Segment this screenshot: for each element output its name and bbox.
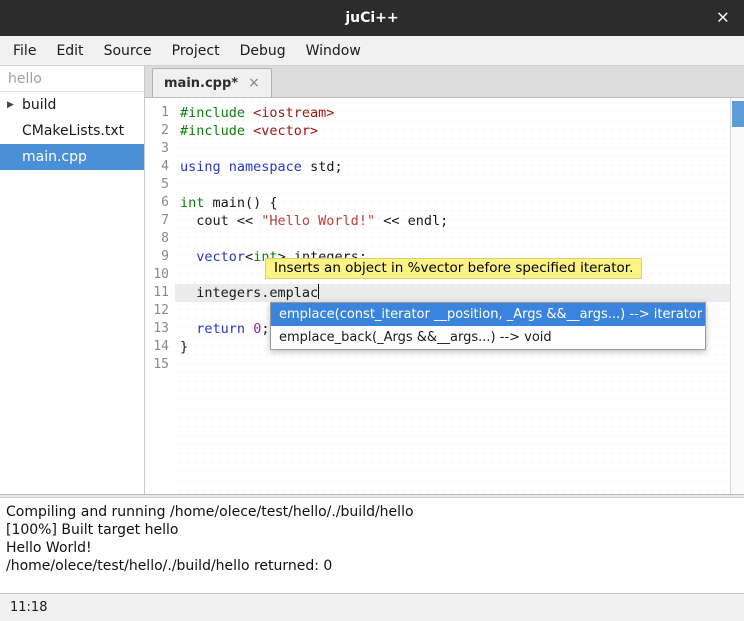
code-line (180, 176, 730, 194)
editor-scrollbar[interactable] (730, 98, 744, 494)
code-token: using (180, 159, 221, 175)
code-token (245, 321, 253, 337)
text-cursor (318, 284, 319, 299)
code-line: cout << "Hello World!" << endl; (180, 212, 730, 230)
code-line: #include <vector> (180, 122, 730, 140)
output-line: Compiling and running /home/olece/test/h… (6, 503, 744, 521)
menu-item-window[interactable]: Window (296, 36, 371, 65)
line-number-gutter: 123456789101112131415 (145, 98, 175, 494)
menu-item-source[interactable]: Source (94, 36, 162, 65)
tree-item-build[interactable]: ▶ build (0, 92, 144, 118)
code-line (180, 230, 730, 248)
line-number: 1 (145, 104, 169, 122)
line-number: 5 (145, 176, 169, 194)
window-title: juCi++ (345, 10, 398, 26)
output-panel[interactable]: Compiling and running /home/olece/test/h… (0, 498, 744, 593)
status-bar: 11:18 (0, 593, 744, 621)
code-line: int main() { (180, 194, 730, 212)
code-area[interactable]: #include <iostream>#include <vector> usin… (175, 98, 730, 494)
line-number: 10 (145, 266, 169, 284)
code-token: integers.emplac (180, 285, 318, 301)
code-token (221, 159, 229, 175)
tree-item-main-cpp[interactable]: main.cpp (0, 144, 144, 170)
scrollbar-thumb[interactable] (732, 101, 744, 127)
editor-column: main.cpp* × 123456789101112131415 #inclu… (145, 66, 744, 494)
app-window: juCi++ × FileEditSourceProjectDebugWindo… (0, 0, 744, 621)
status-time: 11:18 (10, 600, 47, 615)
code-line (180, 140, 730, 158)
code-token: "Hello World!" (261, 213, 375, 229)
file-tree-panel: hello ▶ build CMakeLists.txt main.cpp (0, 66, 145, 494)
menu-item-file[interactable]: File (3, 36, 46, 65)
tree-item-label: CMakeLists.txt (22, 123, 124, 139)
output-line: [100%] Built target hello (6, 521, 744, 539)
code-token: namespace (229, 159, 302, 175)
code-token: int (180, 195, 204, 211)
expander-icon[interactable]: ▶ (7, 92, 14, 118)
output-line: /home/olece/test/hello/./build/hello ret… (6, 557, 744, 575)
file-tree: ▶ build CMakeLists.txt main.cpp (0, 92, 144, 170)
code-token: #include (180, 105, 253, 121)
tab-close-icon[interactable]: × (248, 76, 260, 90)
code-token: #include (180, 123, 253, 139)
code-line: integers.emplac (175, 284, 730, 302)
editor[interactable]: 123456789101112131415 #include <iostream… (145, 98, 744, 494)
menu-item-debug[interactable]: Debug (230, 36, 296, 65)
line-number: 9 (145, 248, 169, 266)
line-number: 11 (145, 284, 169, 302)
code-token: << endl; (375, 213, 448, 229)
line-number: 13 (145, 320, 169, 338)
main-area: hello ▶ build CMakeLists.txt main.cpp main.… (0, 66, 744, 494)
menu-item-edit[interactable]: Edit (46, 36, 93, 65)
menu-item-project[interactable]: Project (162, 36, 230, 65)
line-number: 14 (145, 338, 169, 356)
line-number: 7 (145, 212, 169, 230)
output-line: Hello World! (6, 539, 744, 557)
tree-item-label: build (22, 97, 56, 113)
code-line (180, 356, 730, 374)
completion-item[interactable]: emplace_back(_Args &&__args...) --> void (271, 326, 705, 349)
line-number: 4 (145, 158, 169, 176)
code-token: < (245, 249, 253, 265)
line-number: 6 (145, 194, 169, 212)
completion-item[interactable]: emplace(const_iterator __position, _Args… (271, 303, 705, 326)
code-token (180, 321, 196, 337)
code-token: std; (302, 159, 343, 175)
line-number: 8 (145, 230, 169, 248)
doc-tooltip: Inserts an object in %vector before spec… (265, 258, 642, 279)
tab-bar: main.cpp* × (145, 66, 744, 98)
project-name: hello (0, 66, 144, 92)
code-line: #include <iostream> (180, 104, 730, 122)
tab-label: main.cpp* (164, 76, 238, 91)
code-token: cout << (180, 213, 261, 229)
code-token: vector (196, 249, 245, 265)
menubar: FileEditSourceProjectDebugWindow (0, 36, 744, 66)
code-token: <iostream> (253, 105, 334, 121)
code-token: } (180, 339, 188, 355)
line-number: 12 (145, 302, 169, 320)
code-token: main() { (204, 195, 277, 211)
code-token: <vector> (253, 123, 318, 139)
titlebar[interactable]: juCi++ × (0, 0, 744, 36)
line-number: 2 (145, 122, 169, 140)
tree-item-label: main.cpp (22, 149, 87, 165)
code-token: return (196, 321, 245, 337)
tab-main-cpp[interactable]: main.cpp* × (152, 68, 272, 97)
line-number: 3 (145, 140, 169, 158)
code-token (180, 249, 196, 265)
completion-popup: emplace(const_iterator __position, _Args… (270, 302, 706, 350)
close-icon[interactable]: × (716, 10, 730, 27)
line-number: 15 (145, 356, 169, 374)
tree-item-cmakelists-txt[interactable]: CMakeLists.txt (0, 118, 144, 144)
code-token: ; (261, 321, 269, 337)
code-line: using namespace std; (180, 158, 730, 176)
